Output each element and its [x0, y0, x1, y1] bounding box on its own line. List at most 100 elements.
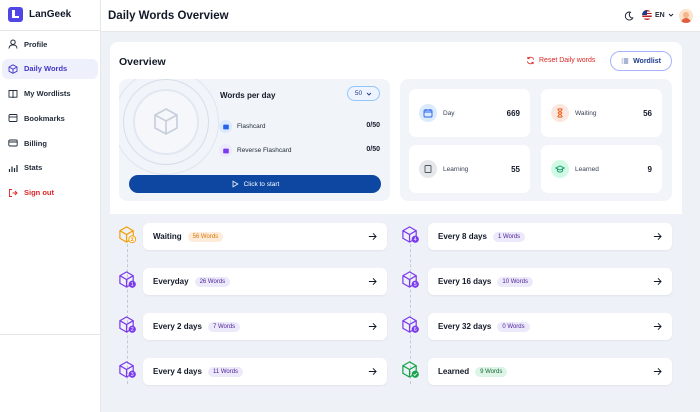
sidebar-item-my-wordlists[interactable]: My Wordlists — [2, 84, 98, 104]
us-flag-icon — [642, 10, 652, 20]
svg-text:5: 5 — [414, 282, 417, 288]
waiting-cube-icon — [119, 226, 137, 244]
start-label: Click to start — [243, 180, 280, 188]
word-count-badge: 7 Words — [207, 321, 241, 332]
schedule-every-4-days[interactable]: Every 4 days 11 Words — [143, 358, 387, 385]
book-icon — [419, 160, 437, 178]
level-1-cube-icon: 1 — [119, 271, 136, 288]
sidebar-item-daily-words[interactable]: Daily Words — [2, 58, 98, 79]
sidebar-item-stats[interactable]: Stats — [2, 158, 98, 178]
reset-label: Reset Daily words — [539, 57, 596, 64]
cube-icon — [154, 108, 178, 135]
card-icon — [8, 138, 18, 148]
flashcard-count: 0/50 — [366, 122, 380, 129]
sidebar-item-label: My Wordlists — [24, 89, 71, 99]
arrow-right-icon — [653, 323, 662, 330]
schedule-every-8-days[interactable]: Every 8 days 1 Words — [428, 223, 672, 250]
schedule-title: Every 8 days — [438, 232, 487, 241]
flashcard-icon — [219, 120, 232, 133]
words-per-day-panel: Words per day 50 Flashcard 0/50 Reverse … — [119, 79, 390, 201]
refresh-icon — [526, 56, 535, 65]
cube-icon — [8, 64, 18, 74]
schedule-title: Every 16 days — [438, 277, 492, 286]
stat-learned: Learned 9 — [541, 145, 662, 193]
svg-text:2: 2 — [131, 327, 134, 333]
sidebar-item-label: Daily Words — [24, 64, 68, 74]
logo[interactable]: LanGeek — [8, 7, 71, 22]
sidebar-item-label: Profile — [24, 39, 48, 49]
avatar[interactable] — [679, 9, 693, 23]
flashcard-label: Flashcard — [237, 123, 266, 130]
sidebar-item-bookmarks[interactable]: Bookmarks — [2, 108, 98, 128]
stat-label: Learned — [575, 165, 599, 173]
arrow-right-icon — [368, 233, 377, 240]
sidebar-item-sign-out[interactable]: Sign out — [2, 183, 98, 203]
reverse-flashcard-label: Reverse Flashcard — [237, 147, 292, 154]
level-4-cube-icon: 4 — [402, 226, 419, 243]
arrow-right-icon — [368, 368, 377, 375]
sidebar-item-label: Billing — [24, 138, 47, 148]
flashcard-row[interactable]: Flashcard — [219, 120, 266, 133]
logo-text: LanGeek — [29, 9, 72, 20]
stat-value: 56 — [643, 108, 652, 118]
arrow-right-icon — [653, 278, 662, 285]
overview-title: Overview — [119, 56, 166, 68]
word-count-badge: 56 Words — [187, 231, 224, 242]
moon-icon[interactable] — [624, 11, 634, 21]
words-per-day-value: 50 — [354, 90, 363, 97]
reverse-flashcard-icon — [219, 144, 232, 157]
hourglass-icon — [551, 104, 569, 122]
word-count-badge: 26 Words — [194, 276, 231, 287]
schedule-every-16-days[interactable]: Every 16 days 10 Words — [428, 268, 672, 295]
stat-learning: Learning 55 — [409, 145, 530, 193]
review-schedule: Waiting 56 Words 1 Everyday 26 Words 2 E… — [110, 214, 682, 397]
schedule-every-2-days[interactable]: Every 2 days 7 Words — [143, 313, 387, 340]
langeek-logo-icon — [8, 7, 23, 22]
stat-label: Learning — [443, 165, 469, 173]
level-2-cube-icon: 2 — [119, 316, 136, 333]
word-count-badge: 10 Words — [497, 276, 533, 287]
words-per-day-select[interactable]: 50 — [347, 86, 380, 101]
calendar-icon — [419, 104, 437, 122]
stat-value: 55 — [511, 164, 520, 174]
chart-icon — [8, 163, 18, 173]
schedule-everyday[interactable]: Everyday 26 Words — [143, 268, 387, 295]
language-selector[interactable]: EN — [642, 10, 674, 20]
click-to-start-button[interactable]: Click to start — [129, 175, 381, 193]
chevron-down-icon — [668, 13, 674, 17]
page-title: Daily Words Overview — [108, 10, 229, 22]
bookmark-icon — [8, 113, 18, 123]
stats-panel: Day 669 Waiting 56 Learning 55 Learned 9 — [400, 79, 672, 201]
arrow-right-icon — [653, 233, 662, 240]
schedule-every-32-days[interactable]: Every 32 days 0 Words — [428, 313, 672, 340]
overview-card: Overview Reset Daily words Wordlist Word… — [110, 42, 682, 397]
sidebar-item-label: Stats — [24, 163, 43, 173]
svg-text:3: 3 — [131, 372, 134, 378]
arrow-right-icon — [368, 278, 377, 285]
sidebar-nav: Profile Daily Words My Wordlists Bookmar… — [2, 34, 98, 208]
wordlist-button[interactable]: Wordlist — [610, 51, 672, 71]
schedule-learned[interactable]: Learned 9 Words — [428, 358, 672, 385]
header: Daily Words Overview EN — [101, 0, 700, 32]
svg-text:4: 4 — [414, 237, 417, 243]
stat-label: Waiting — [575, 109, 597, 117]
logout-icon — [8, 188, 18, 198]
reset-daily-words-button[interactable]: Reset Daily words — [526, 56, 595, 65]
stat-label: Day — [443, 109, 455, 117]
word-count-badge: 0 Words — [497, 321, 530, 332]
level-6-cube-icon: 6 — [402, 316, 419, 333]
graduation-cap-icon — [551, 160, 569, 178]
list-icon — [621, 58, 629, 64]
sidebar-item-profile[interactable]: Profile — [2, 34, 98, 54]
word-count-badge: 9 Words — [475, 366, 508, 377]
sidebar-item-billing[interactable]: Billing — [2, 133, 98, 153]
stat-value: 669 — [506, 108, 520, 118]
schedule-waiting[interactable]: Waiting 56 Words — [143, 223, 387, 250]
book-icon — [8, 89, 18, 99]
sidebar-divider — [0, 30, 100, 31]
play-icon — [232, 180, 239, 188]
sidebar-divider — [0, 334, 100, 335]
chevron-down-icon — [366, 92, 372, 96]
reverse-flashcard-row[interactable]: Reverse Flashcard — [219, 144, 292, 157]
language-code: EN — [655, 11, 665, 19]
